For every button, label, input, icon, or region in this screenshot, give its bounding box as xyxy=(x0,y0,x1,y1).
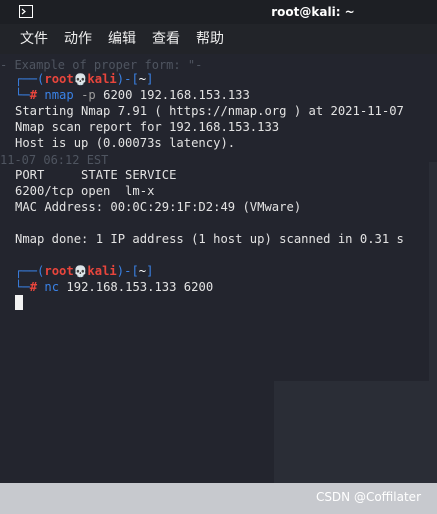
prompt-host: kali xyxy=(87,72,117,86)
command-args: 6200 192.168.153.133 xyxy=(103,88,250,102)
prompt-line: ┌──(root💀kali)-[~] xyxy=(15,72,154,86)
watermark: CSDN @Coffilater xyxy=(315,490,421,504)
output-line: MAC Address: 00:0C:29:1F:D2:49 (VMware) xyxy=(15,200,302,214)
prompt-user: root xyxy=(44,72,74,86)
output-line: Nmap done: 1 IP address (1 host up) scan… xyxy=(15,232,404,246)
terminal-icon[interactable] xyxy=(19,5,33,18)
command-flag: -p xyxy=(81,88,96,102)
prompt-line: ┌──(root💀kali)-[~] xyxy=(15,264,154,278)
command-line: └─# nmap -p 6200 192.168.153.133 xyxy=(15,88,250,102)
output-line: 6200/tcp open lm-x xyxy=(15,184,155,198)
background-text: 11-07 06:12 EST xyxy=(0,153,109,167)
output-line: Nmap scan report for 192.168.153.133 xyxy=(15,120,280,134)
text-cursor xyxy=(15,295,23,310)
menu-view[interactable]: 查看 xyxy=(152,30,180,48)
command-name: nc xyxy=(44,280,60,294)
window-titlebar[interactable]: root@kali: ~ xyxy=(0,0,437,24)
window-title: root@kali: ~ xyxy=(271,5,355,19)
terminal-window: root@kali: ~ 文件 动作 编辑 查看 帮助 - Example of… xyxy=(0,0,437,514)
prompt-host: kali xyxy=(87,264,117,278)
output-line: PORT STATE SERVICE xyxy=(15,168,177,182)
terminal-output[interactable]: - Example of proper form: "- 11-07 06:12… xyxy=(0,54,437,514)
skull-icon: 💀 xyxy=(73,265,88,278)
menu-bar: 文件 动作 编辑 查看 帮助 xyxy=(0,24,437,54)
command-args: 192.168.153.133 6200 xyxy=(66,280,214,294)
menu-edit[interactable]: 编辑 xyxy=(108,30,136,48)
output-line: Starting Nmap 7.91 ( https://nmap.org ) … xyxy=(15,104,404,118)
prompt-user: root xyxy=(44,264,74,278)
menu-help[interactable]: 帮助 xyxy=(196,30,224,48)
output-line: Host is up (0.00073s latency). xyxy=(15,136,236,150)
command-line: └─# nc 192.168.153.133 6200 xyxy=(15,280,214,294)
command-name: nmap xyxy=(44,88,74,102)
menu-file[interactable]: 文件 xyxy=(20,30,48,48)
menu-action[interactable]: 动作 xyxy=(64,30,92,48)
skull-icon: 💀 xyxy=(73,73,88,86)
